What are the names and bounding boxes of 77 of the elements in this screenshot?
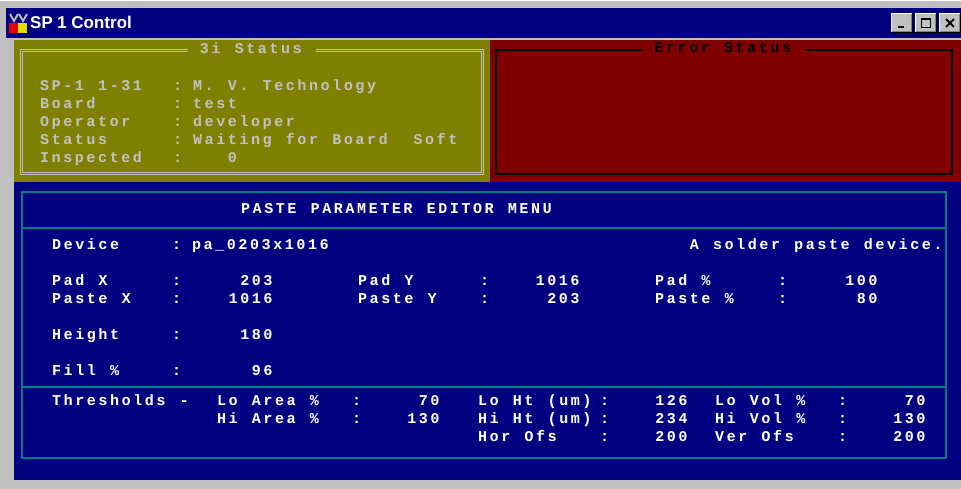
minimize-icon	[898, 26, 904, 28]
status-value: 0	[226, 150, 240, 168]
field-value: 234	[654, 411, 690, 429]
field-value: 126	[654, 393, 690, 411]
thresholds-label: Thresholds -	[52, 393, 192, 412]
status-value: Waiting for Board Soft	[193, 132, 460, 150]
field-label: Hi Area %	[217, 411, 322, 429]
close-icon	[945, 18, 955, 28]
field-label: Hi Ht (um)	[478, 411, 596, 429]
field-value: 70	[904, 393, 928, 411]
separator: :	[173, 78, 186, 96]
status-value: developer	[193, 114, 298, 132]
separator: :	[172, 327, 185, 345]
field-label: Pad %	[655, 273, 714, 291]
status-label: Board	[40, 96, 100, 114]
field-value: 200	[892, 429, 928, 447]
status-value: M. V. Technology	[193, 78, 379, 96]
separator: :	[352, 393, 365, 411]
field-value: 130	[892, 411, 928, 429]
separator: :	[600, 411, 613, 429]
separator: :	[172, 273, 185, 291]
separator: :	[173, 96, 186, 114]
separator: :	[172, 291, 185, 309]
field-value: 200	[654, 429, 690, 447]
field-label: Lo Vol %	[715, 393, 809, 411]
device-description: A solder paste device.	[690, 237, 945, 255]
separator: :	[600, 393, 613, 411]
status-label: SP-1 1-31	[40, 78, 146, 96]
separator: :	[838, 411, 851, 429]
field-value: 203	[239, 273, 275, 291]
field-label: Paste %	[655, 291, 738, 309]
separator: :	[480, 291, 493, 309]
field-value: 203	[546, 291, 582, 309]
field-value: 1016	[534, 273, 582, 291]
field-label: Device	[52, 237, 123, 255]
separator: :	[173, 132, 186, 150]
separator: :	[173, 150, 186, 168]
separator: :	[778, 291, 791, 309]
field-value: 1016	[228, 291, 275, 309]
field-label: Lo Ht (um)	[478, 393, 596, 411]
separator: :	[600, 429, 613, 447]
field-label: Ver Ofs	[715, 429, 798, 447]
status-label: Inspected	[40, 150, 146, 168]
field-label: Pad X	[52, 273, 112, 291]
separator: :	[838, 393, 851, 411]
close-button[interactable]	[939, 13, 961, 33]
separator: :	[173, 114, 186, 132]
field-label: Height	[52, 327, 123, 345]
maximize-button[interactable]	[915, 13, 937, 33]
separator: :	[838, 429, 851, 447]
separator: :	[778, 273, 791, 291]
status-value: test	[193, 96, 240, 114]
field-label: Hi Vol %	[715, 411, 809, 429]
maximize-icon	[921, 18, 931, 28]
separator: :	[172, 363, 185, 381]
field-label: Paste Y	[358, 291, 440, 309]
menu-title: PASTE PARAMETER EDITOR MENU	[241, 201, 554, 219]
field-label: Pad Y	[358, 273, 418, 291]
field-value: 130	[406, 411, 442, 429]
field-value: 100	[844, 273, 880, 291]
field-value: 70	[418, 393, 442, 411]
separator: :	[172, 237, 185, 255]
field-value: pa_0203x1016	[192, 237, 332, 255]
separator: :	[352, 411, 365, 429]
app-icon	[8, 12, 28, 34]
field-label: Lo Area %	[217, 393, 322, 411]
status-label: Status	[40, 132, 111, 150]
field-label: Fill %	[52, 363, 123, 381]
status-label: Operator	[40, 114, 134, 132]
field-label: Paste X	[52, 291, 134, 309]
field-value: 96	[250, 363, 275, 381]
field-value: 180	[239, 327, 275, 345]
minimize-button[interactable]	[891, 13, 913, 33]
separator: :	[480, 273, 493, 291]
field-value: 80	[856, 291, 880, 309]
window-title: SP 1 Control	[30, 13, 132, 33]
field-label: Hor Ofs	[478, 429, 560, 447]
